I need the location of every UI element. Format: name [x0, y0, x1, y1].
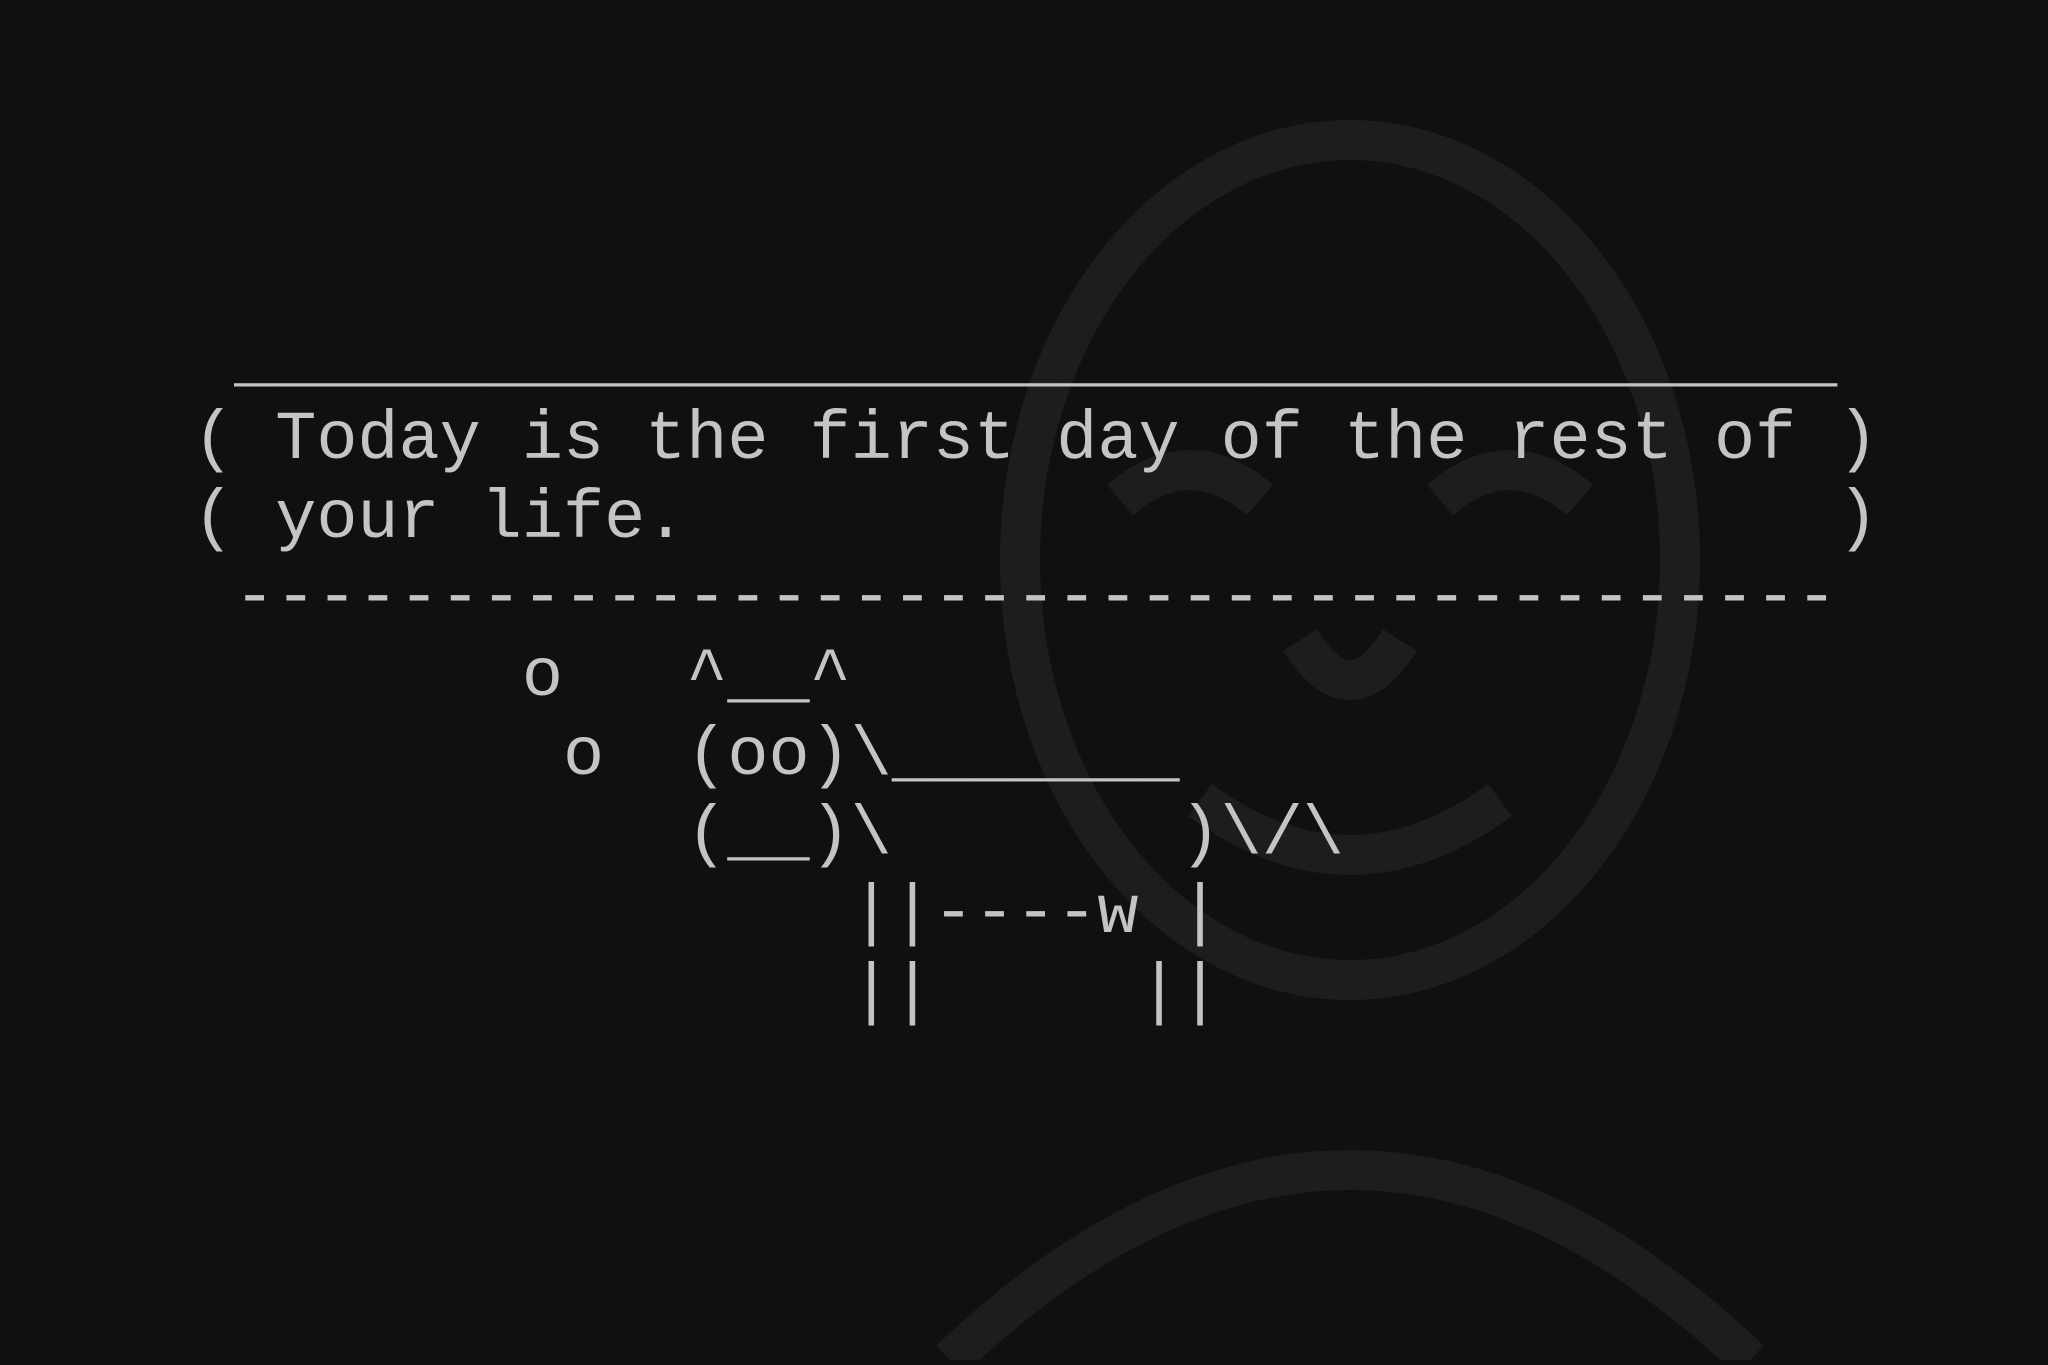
speech-bubble-bottom-border: ---------------------------------------	[193, 559, 1838, 637]
terminal-window: _______________________________________(…	[0, 0, 2048, 1365]
cow-art-line-1: o ^__^	[193, 638, 851, 716]
speech-bubble-top-border: _______________________________________	[193, 322, 1838, 400]
cow-art-line-4: ||----w |	[193, 875, 1221, 953]
cowsay-output: _______________________________________(…	[193, 322, 1878, 1033]
cow-art-line-3: (__)\ )\/\	[193, 796, 1344, 874]
cow-art-line-2: o (oo)\_______	[193, 717, 1180, 795]
cow-art-line-5: || ||	[193, 954, 1221, 1032]
speech-bubble-line-2: ( your life. )	[193, 480, 1879, 558]
speech-bubble-line-1: ( Today is the first day of the rest of …	[193, 401, 1879, 479]
